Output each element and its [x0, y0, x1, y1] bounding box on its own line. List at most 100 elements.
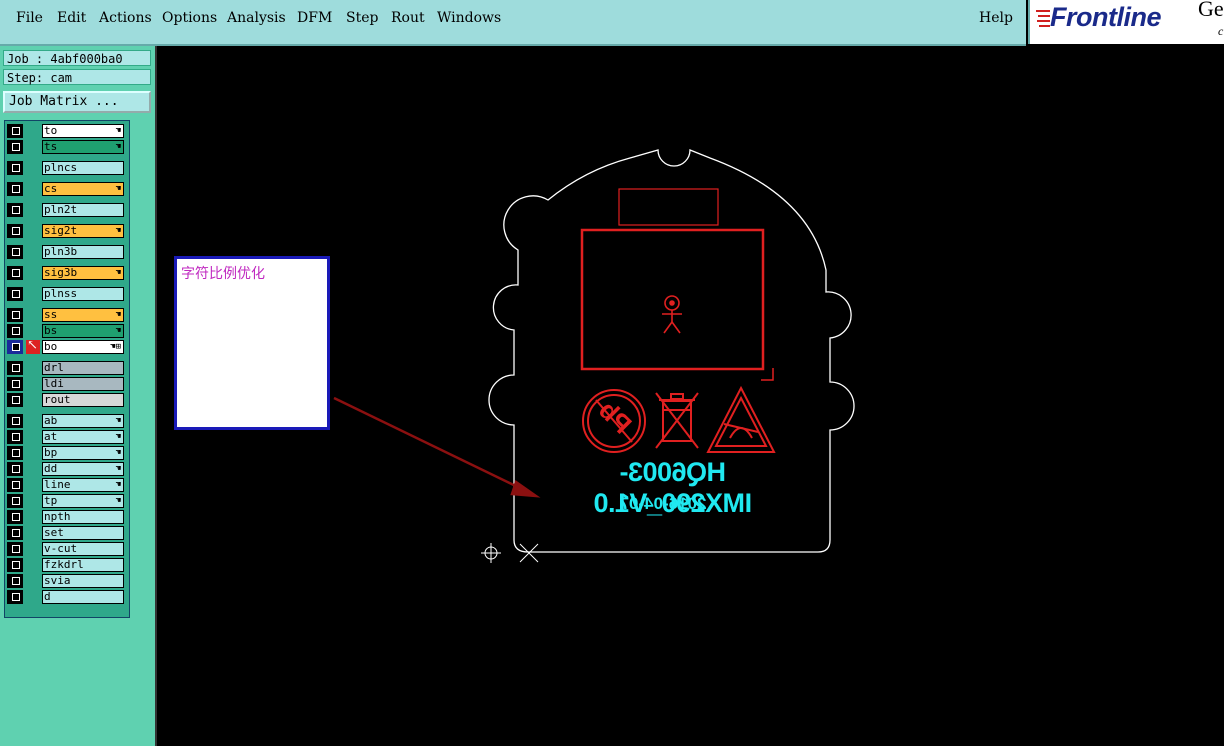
- layer-row-sig2t[interactable]: sig2t ☚: [7, 224, 127, 238]
- layer-name[interactable]: dd ☚: [42, 462, 124, 476]
- layer-row-plncs[interactable]: plncs: [7, 161, 127, 175]
- layer-row-d[interactable]: d: [7, 590, 127, 604]
- layer-checkbox[interactable]: [7, 224, 23, 238]
- layer-checkbox[interactable]: [7, 140, 23, 154]
- layer-name[interactable]: set: [42, 526, 124, 540]
- menu-dfm[interactable]: DFM: [297, 10, 332, 26]
- layer-checkbox[interactable]: [7, 393, 23, 407]
- layer-row-to[interactable]: to ☚: [7, 124, 127, 138]
- layer-checkbox[interactable]: [7, 478, 23, 492]
- layer-checkbox[interactable]: [7, 590, 23, 604]
- layer-name[interactable]: plncs: [42, 161, 124, 175]
- layer-checkbox[interactable]: [7, 494, 23, 508]
- layer-name[interactable]: sig2t ☚: [42, 224, 124, 238]
- menu-help[interactable]: Help: [979, 10, 1013, 26]
- layer-name[interactable]: svia: [42, 574, 124, 588]
- layer-row-sig3b[interactable]: sig3b ☚: [7, 266, 127, 280]
- layer-checkbox[interactable]: [7, 510, 23, 524]
- layer-checkbox[interactable]: [7, 266, 23, 280]
- layer-row-plnss[interactable]: plnss: [7, 287, 127, 301]
- layer-checkbox[interactable]: [7, 526, 23, 540]
- layer-name[interactable]: line ☚: [42, 478, 124, 492]
- layer-checkbox[interactable]: [7, 430, 23, 444]
- layer-name[interactable]: bs ☚: [42, 324, 124, 338]
- layer-name[interactable]: at ☚: [42, 430, 124, 444]
- layer-checkbox[interactable]: [7, 574, 23, 588]
- layer-checkbox[interactable]: [7, 361, 23, 375]
- layer-name[interactable]: cs ☚: [42, 182, 124, 196]
- layer-row-cs[interactable]: cs ☚: [7, 182, 127, 196]
- weee-bin-icon: [655, 392, 699, 449]
- layer-name[interactable]: npth: [42, 510, 124, 524]
- hand-icon: ☚: [115, 226, 121, 236]
- layer-row-set[interactable]: set: [7, 526, 127, 540]
- layer-name[interactable]: rout: [42, 393, 124, 407]
- layer-name[interactable]: ldi: [42, 377, 124, 391]
- menu-options[interactable]: Options: [162, 10, 217, 26]
- menu-step[interactable]: Step: [346, 10, 378, 26]
- layer-checkbox[interactable]: [7, 324, 23, 338]
- layer-checkbox[interactable]: [7, 340, 23, 354]
- layer-row-svia[interactable]: svia: [7, 574, 127, 588]
- layer-checkbox[interactable]: [7, 203, 23, 217]
- layer-name[interactable]: bp ☚: [42, 446, 124, 460]
- layer-name[interactable]: ts ☚: [42, 140, 124, 154]
- layer-row-at[interactable]: at ☚: [7, 430, 127, 444]
- menu-actions[interactable]: Actions: [99, 10, 152, 26]
- layer-checkbox[interactable]: [7, 414, 23, 428]
- layer-row-pln3b[interactable]: pln3b: [7, 245, 127, 259]
- layer-row-fzkdrl[interactable]: fzkdrl: [7, 558, 127, 572]
- job-matrix-button[interactable]: Job Matrix ...: [3, 91, 151, 113]
- layer-checkbox[interactable]: [7, 245, 23, 259]
- layer-row-bs[interactable]: bs ☚: [7, 324, 127, 338]
- layer-checkbox[interactable]: [7, 446, 23, 460]
- layer-row-line[interactable]: line ☚: [7, 478, 127, 492]
- layer-checkbox[interactable]: [7, 182, 23, 196]
- layer-name[interactable]: v-cut: [42, 542, 124, 556]
- layer-row-ldi[interactable]: ldi: [7, 377, 127, 391]
- layer-row-v-cut[interactable]: v-cut: [7, 542, 127, 556]
- esd-warning-icon: [706, 385, 776, 453]
- annotation-note[interactable]: 字符比例优化: [174, 256, 330, 430]
- layer-name[interactable]: bo ☚⊞: [42, 340, 124, 354]
- layer-checkbox[interactable]: [7, 124, 23, 138]
- layer-checkbox[interactable]: [7, 542, 23, 556]
- layer-row-tp[interactable]: tp ☚: [7, 494, 127, 508]
- layer-checkbox[interactable]: [7, 308, 23, 322]
- layer-row-ab[interactable]: ab ☚: [7, 414, 127, 428]
- layer-row-pln2t[interactable]: pln2t: [7, 203, 127, 217]
- menu-analysis[interactable]: Analysis: [227, 10, 286, 26]
- layer-name[interactable]: pln3b: [42, 245, 124, 259]
- layer-row-ss[interactable]: ss ☚: [7, 308, 127, 322]
- work-layer-arrow-icon: [26, 338, 40, 354]
- layer-row-bp[interactable]: bp ☚: [7, 446, 127, 460]
- layer-name[interactable]: pln2t: [42, 203, 124, 217]
- layer-name[interactable]: tp ☚: [42, 494, 124, 508]
- layer-name[interactable]: drl: [42, 361, 124, 375]
- layer-row-dd[interactable]: dd ☚: [7, 462, 127, 476]
- layer-name[interactable]: fzkdrl: [42, 558, 124, 572]
- layer-name[interactable]: ss ☚: [42, 308, 124, 322]
- person-icon: [662, 295, 682, 334]
- menu-windows[interactable]: Windows: [437, 10, 501, 26]
- layer-row-drl[interactable]: drl: [7, 361, 127, 375]
- layer-name[interactable]: to ☚: [42, 124, 124, 138]
- logo-c: c: [1218, 24, 1224, 38]
- layer-name[interactable]: ab ☚: [42, 414, 124, 428]
- layer-checkbox[interactable]: [7, 161, 23, 175]
- layer-name[interactable]: sig3b ☚: [42, 266, 124, 280]
- menu-file[interactable]: File: [16, 10, 43, 26]
- layer-row-rout[interactable]: rout: [7, 393, 127, 407]
- layer-checkbox[interactable]: [7, 377, 23, 391]
- layer-checkbox[interactable]: [7, 462, 23, 476]
- layer-checkbox[interactable]: [7, 287, 23, 301]
- menu-edit[interactable]: Edit: [57, 10, 86, 26]
- layer-row-ts[interactable]: ts ☚: [7, 140, 127, 154]
- menu-rout[interactable]: Rout: [391, 10, 425, 26]
- layer-checkbox[interactable]: [7, 558, 23, 572]
- layer-row-bo[interactable]: bo☚⊞: [7, 338, 127, 354]
- layer-row-npth[interactable]: npth: [7, 510, 127, 524]
- logo-tail: Ge: [1198, 0, 1224, 21]
- layer-name[interactable]: plnss: [42, 287, 124, 301]
- layer-name[interactable]: d: [42, 590, 124, 604]
